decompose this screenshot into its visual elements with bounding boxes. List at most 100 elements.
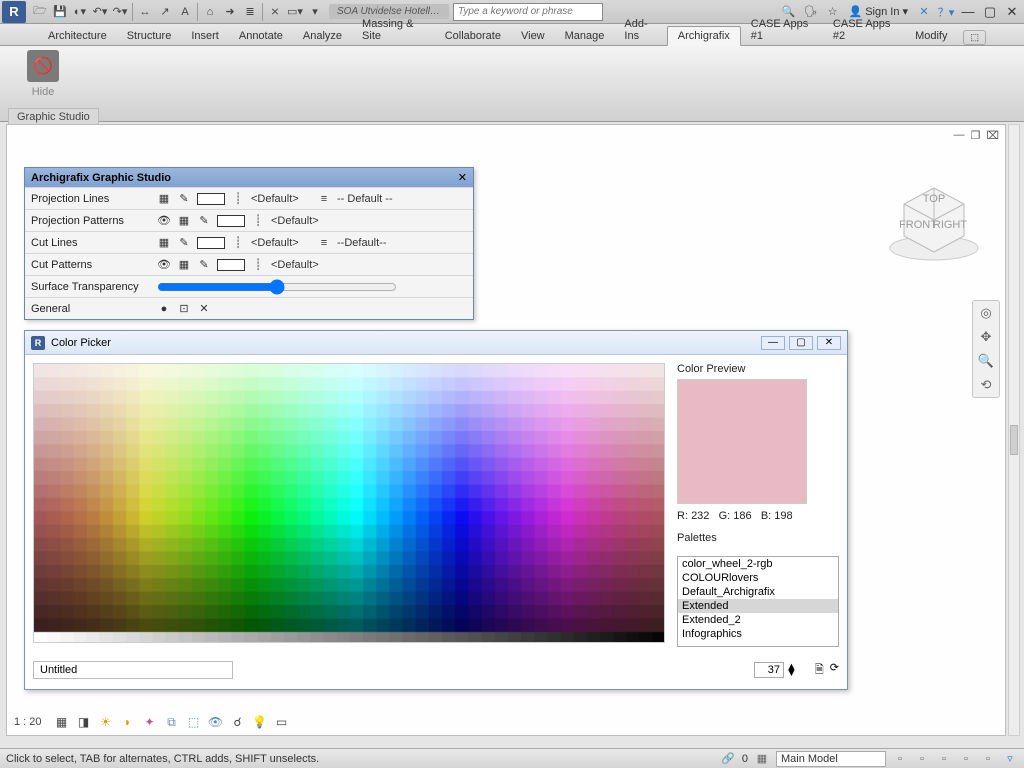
- close-icon[interactable]: ✕: [458, 171, 467, 184]
- shadows-icon[interactable]: ◗: [120, 714, 136, 730]
- line-weight-icon[interactable]: ≡: [317, 236, 331, 250]
- line-pattern-icon[interactable]: ┊: [251, 214, 265, 228]
- close-button[interactable]: ✕: [1002, 4, 1022, 20]
- color-spectrum[interactable]: [33, 363, 665, 643]
- tab-analyze[interactable]: Analyze: [293, 27, 352, 45]
- tab-add-ins[interactable]: Add-Ins: [614, 15, 666, 45]
- palette-item[interactable]: Extended: [678, 599, 838, 613]
- default-dropdown[interactable]: <Default>: [271, 259, 331, 271]
- view-minimize-icon[interactable]: —: [953, 129, 964, 142]
- palette-list[interactable]: color_wheel_2-rgbCOLOURloversDefault_Arc…: [677, 556, 839, 647]
- tab-case-apps-1[interactable]: CASE Apps #1: [741, 15, 823, 45]
- drag-elements-icon[interactable]: ▫: [980, 753, 996, 765]
- sync-icon[interactable]: ◐▾: [70, 2, 90, 22]
- select-underlay-icon[interactable]: ▫: [914, 753, 930, 765]
- app-logo[interactable]: R: [2, 1, 26, 23]
- line-pattern-icon[interactable]: ┊: [231, 192, 245, 206]
- redo-icon[interactable]: ↷▾: [110, 2, 130, 22]
- tab-collaborate[interactable]: Collaborate: [435, 27, 511, 45]
- color-swatch[interactable]: [197, 237, 225, 249]
- view-scale[interactable]: 1 : 20: [14, 716, 42, 728]
- text-icon[interactable]: A: [175, 2, 195, 22]
- line-pattern-icon[interactable]: ┊: [251, 258, 265, 272]
- help-icon[interactable]: ？▾: [936, 2, 956, 22]
- main-model-selector[interactable]: Main Model: [776, 751, 886, 767]
- visual-style-icon[interactable]: ◨: [76, 714, 92, 730]
- apply-icon[interactable]: ●: [157, 302, 171, 316]
- eyedropper-icon[interactable]: ✎: [177, 192, 191, 206]
- palette-item[interactable]: Infographics: [678, 627, 838, 641]
- crop-view-icon[interactable]: ⧉: [164, 714, 180, 730]
- exchange-apps-icon[interactable]: ✕: [914, 2, 934, 22]
- pattern-icon[interactable]: ▦: [177, 214, 191, 228]
- switch-windows-icon[interactable]: ▭▾: [285, 2, 305, 22]
- temporary-hide-icon[interactable]: ☌: [230, 714, 246, 730]
- palette-item[interactable]: Extended_2: [678, 613, 838, 627]
- palette-item[interactable]: Default_Archigrafix: [678, 585, 838, 599]
- design-options-icon[interactable]: ▦: [754, 752, 770, 765]
- color-swatch[interactable]: [217, 215, 245, 227]
- palette-index-input[interactable]: [754, 662, 784, 678]
- line-weight-icon[interactable]: ≡: [317, 192, 331, 206]
- stepper-down[interactable]: ▼: [786, 670, 797, 676]
- save-icon[interactable]: 💾: [50, 2, 70, 22]
- select-pinned-icon[interactable]: ▫: [936, 753, 952, 765]
- unhide-icon[interactable]: 👁: [208, 714, 224, 730]
- 3d-icon[interactable]: ⌂: [200, 2, 220, 22]
- visibility-icon[interactable]: 👁: [157, 258, 171, 272]
- default-dropdown[interactable]: <Default>: [251, 237, 311, 249]
- palette-name-field[interactable]: Untitled: [33, 661, 233, 679]
- tab-manage[interactable]: Manage: [555, 27, 615, 45]
- close-icon[interactable]: ✕: [817, 336, 841, 350]
- open-icon[interactable]: 🗁: [30, 2, 50, 22]
- zoom-icon[interactable]: 🔍: [978, 353, 994, 369]
- reset-icon[interactable]: ✕: [197, 302, 211, 316]
- default-dropdown[interactable]: <Default>: [271, 215, 331, 227]
- customize-qat-icon[interactable]: ▾: [305, 2, 325, 22]
- minimize-ribbon-icon[interactable]: ⬚: [963, 30, 986, 45]
- tab-structure[interactable]: Structure: [117, 27, 182, 45]
- view-cube[interactable]: TOP FRONT RIGHT: [884, 170, 984, 270]
- vertical-scrollbar[interactable]: [1008, 124, 1020, 736]
- tab-case-apps-2[interactable]: CASE Apps #2: [823, 15, 905, 45]
- measure-icon[interactable]: ↔: [135, 2, 155, 22]
- close-views-icon[interactable]: ⨯: [265, 2, 285, 22]
- worksharing-icon[interactable]: ▭: [274, 714, 290, 730]
- minimize-icon[interactable]: —: [761, 336, 785, 350]
- refresh-icon[interactable]: ⟳: [830, 661, 839, 680]
- sun-path-icon[interactable]: ☀: [98, 714, 114, 730]
- weight-dropdown[interactable]: --Default--: [337, 237, 397, 249]
- visibility-icon[interactable]: 👁: [157, 214, 171, 228]
- minimize-button[interactable]: —: [958, 4, 978, 19]
- help-search-input[interactable]: [453, 3, 603, 21]
- line-pattern-icon[interactable]: ┊: [231, 236, 245, 250]
- section-icon[interactable]: ➜: [220, 2, 240, 22]
- eyedropper-icon[interactable]: ✎: [197, 258, 211, 272]
- tab-massing-site[interactable]: Massing & Site: [352, 15, 435, 45]
- color-picker-titlebar[interactable]: R Color Picker — ▢ ✕: [25, 331, 847, 355]
- view-restore-icon[interactable]: ❐: [970, 129, 980, 142]
- orbit-icon[interactable]: ⟲: [981, 377, 992, 393]
- tab-insert[interactable]: Insert: [181, 27, 229, 45]
- filter-icon[interactable]: ▿: [1002, 752, 1018, 765]
- maximize-button[interactable]: ▢: [980, 4, 1000, 20]
- color-swatch[interactable]: [217, 259, 245, 271]
- select-links-icon[interactable]: ▫: [892, 753, 908, 765]
- undo-icon[interactable]: ↶▾: [90, 2, 110, 22]
- halftone-icon[interactable]: ⊡: [177, 302, 191, 316]
- eyedropper-icon[interactable]: ✎: [197, 214, 211, 228]
- palette-item[interactable]: color_wheel_2-rgb: [678, 557, 838, 571]
- thin-lines-icon[interactable]: ≣: [240, 2, 260, 22]
- graphic-studio-titlebar[interactable]: Archigrafix Graphic Studio ✕: [25, 168, 473, 187]
- default-dropdown[interactable]: <Default>: [251, 193, 311, 205]
- pan-icon[interactable]: ✥: [981, 329, 992, 345]
- tab-view[interactable]: View: [511, 27, 555, 45]
- worksets-icon[interactable]: 🔗: [720, 752, 736, 765]
- export-icon[interactable]: 🗎: [815, 661, 824, 680]
- pattern-icon[interactable]: ▦: [177, 258, 191, 272]
- tab-archigrafix[interactable]: Archigrafix: [667, 26, 741, 46]
- weight-dropdown[interactable]: -- Default --: [337, 193, 397, 205]
- rendering-icon[interactable]: ✦: [142, 714, 158, 730]
- eyedropper-icon[interactable]: ✎: [177, 236, 191, 250]
- pattern-icon[interactable]: ▦: [157, 192, 171, 206]
